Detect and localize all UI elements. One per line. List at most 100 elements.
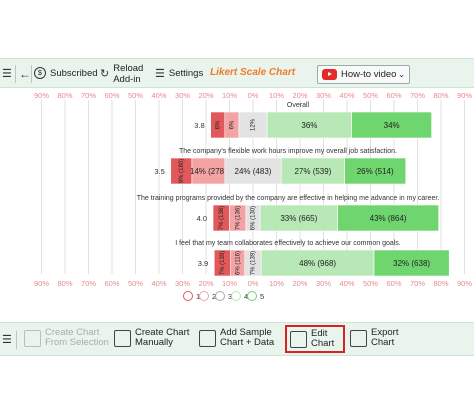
bottom-toolbar: ☰ Create Chart From Selection Create Cha… — [0, 322, 474, 356]
label: Chart + Data — [220, 337, 275, 348]
face-icon — [231, 291, 241, 301]
data-label: 33% (665) — [280, 214, 317, 223]
reload-label: Reload — [113, 63, 144, 74]
youtube-icon — [322, 69, 337, 80]
export-chart-button[interactable]: Export Chart — [350, 328, 398, 348]
menu-button[interactable]: ☰ — [2, 67, 16, 80]
chart-pencil-icon — [290, 330, 307, 348]
tick-label: 30% — [316, 279, 331, 288]
data-label: 27% (539) — [294, 167, 331, 176]
tick-label: 30% — [316, 91, 331, 100]
tick-label: 10% — [269, 91, 284, 100]
settings-button[interactable]: ☰ Settings — [155, 67, 203, 80]
separator — [15, 65, 16, 83]
chart-edit-icon — [114, 329, 131, 347]
tick-label: 70% — [81, 279, 96, 288]
label: Manually — [135, 337, 174, 348]
sliders-icon: ☰ — [155, 68, 165, 80]
tick-label: 80% — [57, 91, 72, 100]
tick-label: 60% — [386, 279, 401, 288]
hamburger-icon: ☰ — [2, 68, 12, 80]
face-icon — [199, 291, 209, 301]
tick-label: 50% — [363, 91, 378, 100]
data-label: 34% — [384, 121, 400, 130]
tick-label: 20% — [292, 279, 307, 288]
subscribed-button[interactable]: $ Subscribed — [34, 67, 98, 79]
data-label: 48% (968) — [299, 259, 336, 268]
tick-label: 80% — [433, 279, 448, 288]
tick-label: 50% — [128, 279, 143, 288]
likert-row: The training programs provided by the co… — [137, 195, 440, 232]
hamburger-icon: ☰ — [2, 334, 12, 346]
data-label: 43% (864) — [370, 214, 407, 223]
top-toolbar: ☰ ← $ Subscribed ↻ Reload Add-in ☰ Setti… — [0, 58, 474, 88]
face-icon — [247, 291, 257, 301]
tick-label: 80% — [433, 91, 448, 100]
data-label: 6% (130) — [251, 206, 257, 230]
tick-label: 40% — [151, 279, 166, 288]
axis-ticks-top: 90% 80% 70% 60% 50% 40% 30% 20% 10% 0% 10% 20% 30% 40… — [34, 91, 472, 100]
tick-label: 70% — [81, 91, 96, 100]
tick-label: 20% — [292, 91, 307, 100]
add-sample-chart-button[interactable]: Add Sample Chart + Data — [199, 328, 274, 348]
question-label: The company's flexible work hours improv… — [179, 148, 397, 155]
tick-label: 40% — [339, 91, 354, 100]
mean-label: 3.5 — [154, 167, 164, 176]
subscribed-label: Subscribed — [50, 67, 98, 79]
tick-label: 80% — [57, 279, 72, 288]
chart-legend: 12345 — [183, 291, 264, 301]
question-label: I feel that my team collaborates effecti… — [175, 240, 401, 247]
tick-label: 70% — [410, 91, 425, 100]
tick-label: 90% — [457, 91, 472, 100]
data-label: 7% (136) — [235, 206, 241, 230]
tick-label: 10% — [222, 91, 237, 100]
tick-label: 90% — [457, 279, 472, 288]
tick-label: 70% — [410, 279, 425, 288]
data-label: 7% (136) — [219, 206, 225, 230]
menu-button-bottom[interactable]: ☰ — [2, 333, 16, 346]
likert-row: I feel that my team collaborates effecti… — [175, 240, 450, 277]
label: Chart — [311, 338, 335, 349]
data-label: 6% (116) — [235, 251, 241, 275]
likert-row: The company's flexible work hours improv… — [154, 148, 407, 185]
chart-rows: Overall 3.8 6% 6% 12% 36% 34% The company's fle… — [137, 102, 450, 277]
tick-label: 60% — [104, 91, 119, 100]
chart-add-icon — [199, 329, 216, 347]
data-label: 32% (638) — [393, 259, 430, 268]
create-chart-from-selection-button[interactable]: Create Chart From Selection — [24, 328, 109, 348]
legend-label: 5 — [260, 292, 264, 301]
chevron-down-icon: ⌄ — [398, 70, 405, 79]
edit-chart-button[interactable]: Edit Chart — [285, 325, 346, 353]
create-chart-manually-button[interactable]: Create Chart Manually — [114, 328, 189, 348]
tick-label: 0% — [248, 91, 259, 100]
reload-icon: ↻ — [100, 67, 110, 80]
tick-label: 90% — [34, 279, 49, 288]
data-label: 9% (180) — [179, 159, 185, 183]
tick-label: 50% — [128, 91, 143, 100]
data-label: 6% — [229, 120, 235, 129]
tick-label: 60% — [386, 91, 401, 100]
data-label: 26% (514) — [357, 167, 394, 176]
question-label: The training programs provided by the co… — [137, 195, 440, 202]
howto-video-dropdown[interactable]: How-to video ⌄ — [317, 65, 410, 84]
face-icon — [183, 291, 193, 301]
axis-ticks-bottom: 90% 80% 70% 60% 50% 40% 30% 20% 10% 0% 10% 20% 30% 40… — [34, 279, 472, 288]
data-label: 24% (483) — [235, 167, 272, 176]
reload-addin-button[interactable]: ↻ Reload Add-in — [100, 63, 143, 85]
howto-label: How-to video — [341, 69, 397, 80]
question-label: Overall — [287, 102, 310, 109]
data-label: 36% — [301, 121, 317, 130]
separator — [16, 331, 17, 349]
chart-selection-icon — [24, 329, 41, 347]
face-icon — [215, 291, 225, 301]
app-title: Likert Scale Chart — [210, 67, 296, 78]
dollar-icon: $ — [34, 67, 46, 79]
back-button[interactable]: ← — [19, 67, 31, 81]
tick-label: 40% — [339, 279, 354, 288]
tick-label: 30% — [175, 279, 190, 288]
arrow-left-icon: ← — [19, 67, 31, 81]
label: Chart — [371, 337, 395, 348]
data-label: 7% (139) — [220, 251, 226, 275]
data-label: 14% (278) — [190, 167, 227, 176]
label: From Selection — [45, 337, 109, 348]
